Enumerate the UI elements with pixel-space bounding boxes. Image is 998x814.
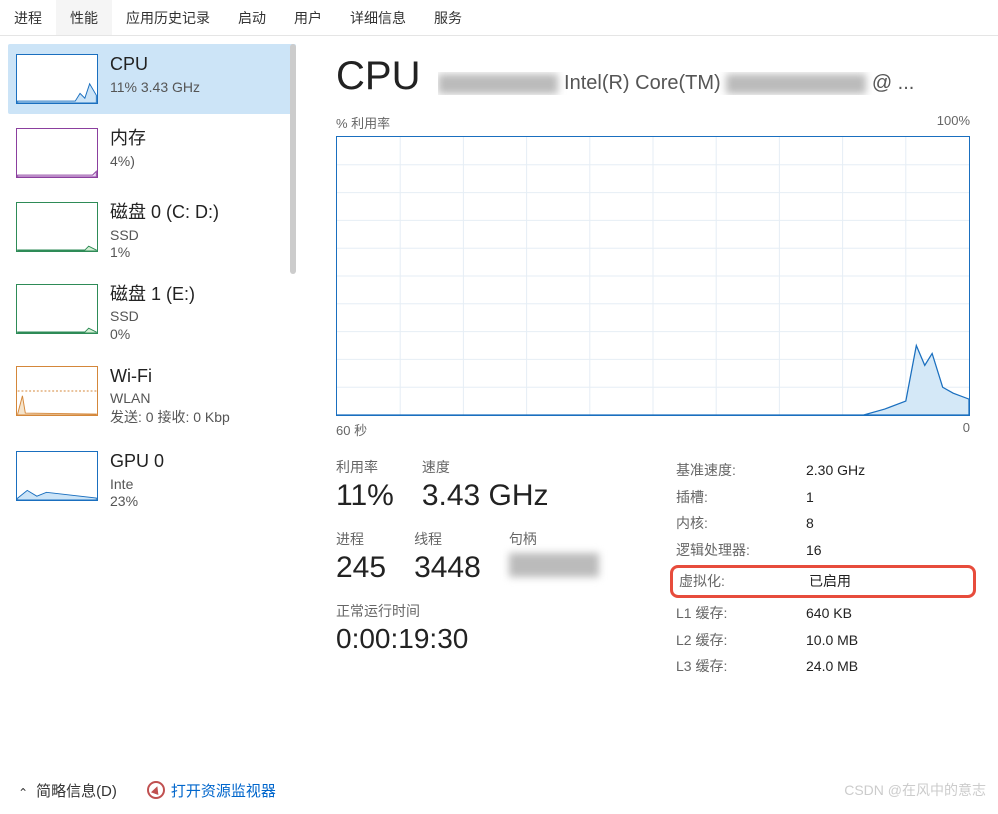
- spec-row: 基准速度:2.30 GHz: [676, 457, 970, 484]
- tab-0[interactable]: 进程: [0, 0, 56, 35]
- sidebar-item-title: 磁盘 1 (E:): [110, 284, 288, 306]
- tab-3[interactable]: 启动: [224, 0, 280, 35]
- stat-速度: 速度3.43 GHz: [422, 457, 549, 513]
- sidebar-item-sub2: 发送: 0 接收: 0 Kbp: [110, 407, 288, 427]
- sidebar-item-title: CPU: [110, 54, 288, 76]
- sidebar-item-sub: 4%): [110, 152, 288, 170]
- sidebar-item-wifi-4[interactable]: Wi-FiWLAN发送: 0 接收: 0 Kbp: [8, 356, 296, 438]
- wifi-thumbnail-icon: [16, 366, 98, 416]
- main-panel: CPU Intel(R) Core(TM) @ ... % 利用率 100%: [306, 36, 998, 766]
- sidebar-item-gpu-5[interactable]: GPU 0 Inte23%: [8, 441, 296, 519]
- page-title: CPU: [336, 54, 420, 99]
- spec-row: 逻辑处理器:16: [676, 537, 970, 564]
- uptime-value: 0:00:19:30: [336, 623, 636, 655]
- spec-row: 插槽:1: [676, 484, 970, 511]
- sidebar-item-disk-3[interactable]: 磁盘 1 (E:)SSD0%: [8, 274, 296, 352]
- tab-6[interactable]: 服务: [420, 0, 476, 35]
- mem-thumbnail-icon: [16, 128, 98, 178]
- uptime-label: 正常运行时间: [336, 601, 636, 621]
- sidebar-item-sub2: 0%: [110, 326, 288, 342]
- stat-线程: 线程3448: [414, 529, 481, 585]
- gpu-thumbnail-icon: [16, 451, 98, 501]
- cpu-thumbnail-icon: [16, 54, 98, 104]
- sidebar-item-title: 磁盘 0 (C: D:): [110, 202, 288, 224]
- scrollbar[interactable]: [286, 44, 300, 758]
- sidebar: CPU11% 3.43 GHz内存4%)磁盘 0 (C: D:)SSD1%磁盘 …: [0, 36, 300, 766]
- compass-icon: [147, 781, 165, 799]
- spec-row: L2 缓存:10.0 MB: [676, 627, 970, 654]
- cpu-model: Intel(R) Core(TM) @ ...: [438, 72, 970, 95]
- stat-进程: 进程245: [336, 529, 386, 585]
- tab-1[interactable]: 性能: [56, 0, 112, 35]
- brief-view-button[interactable]: ⌄简略信息(D): [18, 780, 117, 801]
- sidebar-item-sub2: 23%: [110, 493, 288, 509]
- stat-利用率: 利用率11%: [336, 457, 394, 513]
- disk-thumbnail-icon: [16, 284, 98, 334]
- chart-xmax: 60 秒: [336, 420, 367, 439]
- spec-row: L1 缓存:640 KB: [676, 600, 970, 627]
- chart-ymax: 100%: [937, 113, 970, 132]
- cpu-utilization-chart: [336, 136, 970, 416]
- chart-ylabel: % 利用率: [336, 113, 390, 132]
- tab-2[interactable]: 应用历史记录: [112, 0, 224, 35]
- sidebar-item-sub2: 1%: [110, 244, 288, 260]
- spec-row: L3 缓存:24.0 MB: [676, 653, 970, 680]
- tabs-bar: 进程性能应用历史记录启动用户详细信息服务: [0, 0, 998, 36]
- sidebar-item-sub: Inte: [110, 475, 288, 493]
- sidebar-item-title: Wi-Fi: [110, 366, 288, 388]
- sidebar-item-cpu-0[interactable]: CPU 11% 3.43 GHz: [8, 44, 296, 114]
- chevron-up-icon: ⌄: [18, 785, 28, 799]
- sidebar-item-title: GPU 0: [110, 451, 288, 473]
- disk-thumbnail-icon: [16, 202, 98, 252]
- watermark: CSDN @在风中的意志: [844, 780, 986, 800]
- sidebar-item-mem-1[interactable]: 内存 4%): [8, 118, 296, 188]
- chart-xmin: 0: [963, 420, 970, 439]
- open-resource-monitor-link[interactable]: 打开资源监视器: [147, 780, 276, 801]
- spec-row: 虚拟化:已启用: [670, 565, 976, 598]
- sidebar-item-sub: 11% 3.43 GHz: [110, 78, 288, 96]
- sidebar-item-sub: WLAN: [110, 389, 288, 407]
- sidebar-item-title: 内存: [110, 128, 288, 150]
- sidebar-item-disk-2[interactable]: 磁盘 0 (C: D:) SSD1%: [8, 192, 296, 270]
- tab-5[interactable]: 详细信息: [336, 0, 420, 35]
- sidebar-item-sub: SSD: [110, 307, 288, 325]
- spec-row: 内核:8: [676, 510, 970, 537]
- tab-4[interactable]: 用户: [280, 0, 336, 35]
- sidebar-item-sub: SSD: [110, 226, 288, 244]
- stat-句柄: 句柄: [509, 529, 599, 585]
